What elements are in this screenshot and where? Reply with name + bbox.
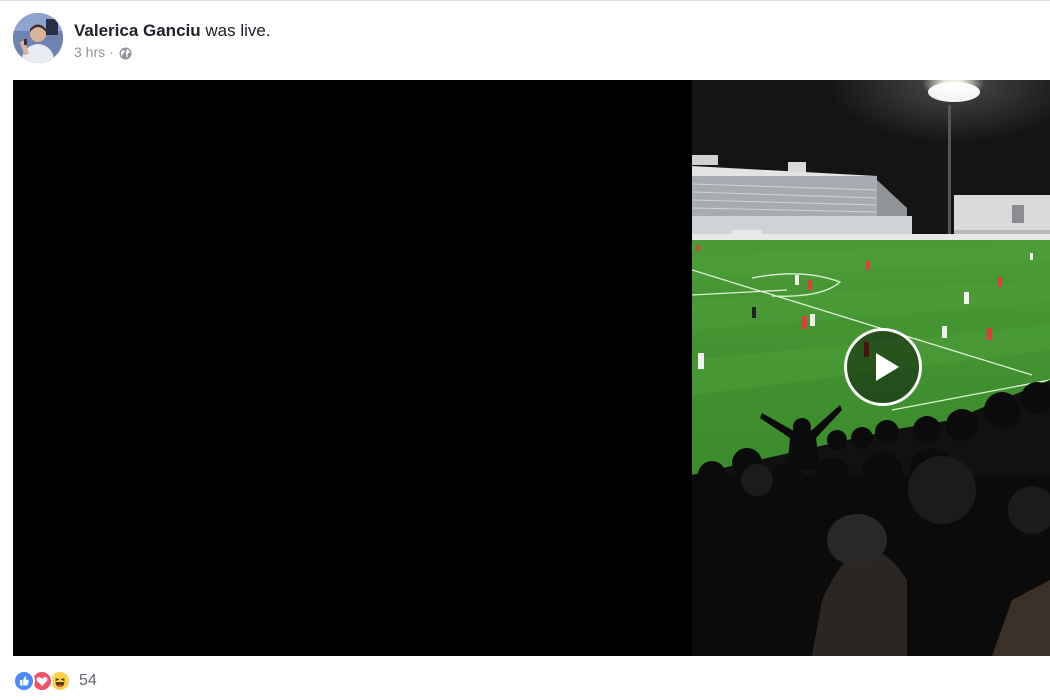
author-name[interactable]: Valerica Ganciu: [74, 21, 201, 40]
post-timestamp[interactable]: 3 hrs: [74, 43, 105, 61]
reactions-summary[interactable]: 54: [13, 670, 97, 692]
live-video-player[interactable]: [13, 80, 1050, 656]
reaction-count: 54: [79, 672, 97, 689]
post-meta: 3 hrs ·: [74, 43, 132, 61]
play-icon: [876, 353, 899, 381]
like-icon: [13, 670, 35, 692]
meta-separator: ·: [109, 44, 114, 60]
post-action-text: was live.: [205, 21, 271, 40]
post-header: Valerica Ganciu was live.: [74, 20, 271, 42]
post-top-border: [0, 0, 1050, 1]
globe-icon[interactable]: [119, 46, 132, 59]
avatar-photo: [13, 13, 63, 63]
play-button[interactable]: [844, 328, 922, 406]
avatar[interactable]: [13, 13, 63, 63]
